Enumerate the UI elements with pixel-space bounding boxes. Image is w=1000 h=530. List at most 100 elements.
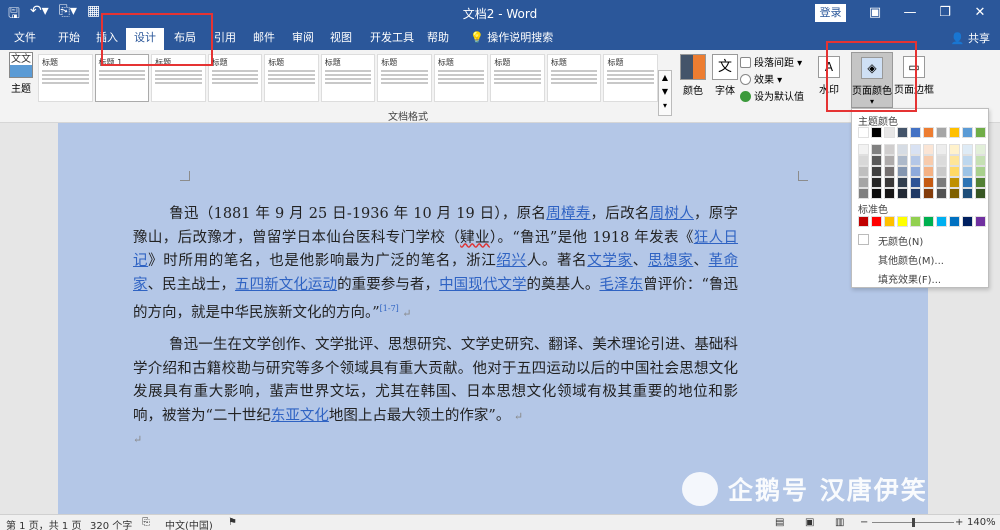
theme-color-shade-swatch[interactable] [871,177,882,188]
theme-color-shade-swatch[interactable] [858,177,869,188]
tab-view[interactable]: 视图 [328,30,354,48]
chevron-up-icon[interactable]: ▲ [659,71,671,85]
share-button[interactable]: 👤 共享 [951,30,990,46]
paragraph-spacing-button[interactable]: 段落间距 ▾ [740,54,802,69]
theme-color-shade-swatch[interactable] [949,177,960,188]
theme-color-shade-swatch[interactable] [858,144,869,155]
tab-file[interactable]: 文件 [12,30,38,48]
theme-color-shade-swatch[interactable] [936,188,947,199]
tell-me-search[interactable]: 💡 操作说明搜索 [468,30,555,48]
login-button[interactable]: 登录 [815,4,846,22]
theme-color-shade-swatch[interactable] [871,144,882,155]
hyperlink[interactable]: 绍兴 [496,253,526,269]
theme-color-swatch[interactable] [936,127,947,138]
theme-color-shade-swatch[interactable] [923,188,934,199]
theme-color-shade-swatch[interactable] [962,166,973,177]
theme-color-shade-swatch[interactable] [910,166,921,177]
more-icon[interactable]: ▾ [659,99,671,113]
fonts-button[interactable]: 文 字体 [710,54,740,97]
zoom-level[interactable]: 140% [967,517,996,528]
standard-color-swatch[interactable] [897,216,908,227]
theme-color-shade-swatch[interactable] [962,188,973,199]
themes-button[interactable]: 文文 主题 [6,52,36,95]
zoom-in-icon[interactable]: + [955,517,963,528]
theme-color-swatch[interactable] [897,127,908,138]
style-set-thumb[interactable]: 标题 [320,54,376,102]
hyperlink[interactable]: 周樟寿 [546,206,590,222]
theme-color-swatch[interactable] [884,127,895,138]
theme-color-swatch[interactable] [858,127,869,138]
theme-color-shade-swatch[interactable] [871,166,882,177]
word-count[interactable]: 320 个字 [90,517,132,530]
theme-color-shade-swatch[interactable] [884,166,895,177]
theme-color-shade-swatch[interactable] [897,188,908,199]
standard-color-swatch[interactable] [858,216,869,227]
theme-color-shade-swatch[interactable] [949,166,960,177]
gallery-scroll[interactable]: ▲ ▼ ▾ [658,70,672,116]
theme-color-shade-swatch[interactable] [884,144,895,155]
theme-color-shade-swatch[interactable] [910,144,921,155]
standard-color-swatch[interactable] [884,216,895,227]
theme-color-shade-swatch[interactable] [975,144,986,155]
set-default-button[interactable]: 设为默认值 [740,88,804,103]
theme-color-shade-swatch[interactable] [897,177,908,188]
theme-color-swatch[interactable] [923,127,934,138]
theme-color-shade-swatch[interactable] [858,188,869,199]
minimize-icon[interactable]: — [895,3,925,23]
theme-color-swatch[interactable] [975,127,986,138]
hyperlink[interactable]: 五四新文化运动 [235,277,337,293]
style-set-thumb[interactable]: 标题 [433,54,489,102]
standard-color-swatch[interactable] [975,216,986,227]
close-icon[interactable]: ✕ [965,3,995,23]
theme-color-shade-swatch[interactable] [884,177,895,188]
reference-superscript[interactable]: [1-7] [380,304,399,313]
theme-color-shade-swatch[interactable] [923,144,934,155]
standard-color-swatch[interactable] [949,216,960,227]
theme-color-shade-swatch[interactable] [923,166,934,177]
theme-color-swatch[interactable] [962,127,973,138]
theme-color-swatch[interactable] [871,127,882,138]
theme-color-swatch[interactable] [910,127,921,138]
theme-color-shade-swatch[interactable] [884,188,895,199]
theme-color-shade-swatch[interactable] [923,155,934,166]
zoom-slider-thumb[interactable] [912,518,915,527]
tab-review[interactable]: 审阅 [290,30,316,48]
standard-color-swatch[interactable] [923,216,934,227]
no-color-option[interactable]: 无颜色(N) [878,233,923,248]
theme-color-shade-swatch[interactable] [884,155,895,166]
theme-color-shade-swatch[interactable] [949,188,960,199]
theme-color-shade-swatch[interactable] [897,155,908,166]
theme-color-shade-swatch[interactable] [975,155,986,166]
accessibility-icon[interactable]: ⚑ [228,517,237,528]
theme-color-shade-swatch[interactable] [975,177,986,188]
tab-references[interactable]: 引用 [212,30,238,48]
theme-color-shade-swatch[interactable] [962,177,973,188]
style-set-thumb[interactable]: 标题 [377,54,432,102]
hyperlink[interactable]: 毛泽东 [599,277,643,293]
hyperlink[interactable]: 中国现代文学 [439,277,526,293]
theme-color-shade-swatch[interactable] [936,144,947,155]
hyperlink[interactable]: 周树人 [650,206,694,222]
hyperlink[interactable]: 思想家 [648,253,693,269]
theme-color-shade-swatch[interactable] [910,177,921,188]
theme-color-shade-swatch[interactable] [910,155,921,166]
standard-color-swatch[interactable] [936,216,947,227]
theme-color-shade-swatch[interactable] [858,166,869,177]
style-set-thumb[interactable]: 标题 [264,54,319,102]
page-count[interactable]: 第 1 页，共 1 页 [6,517,81,530]
hyperlink[interactable]: 文学家 [587,253,632,269]
style-set-thumb[interactable]: 标题 [603,54,659,102]
hyperlink[interactable]: 东亚文化 [271,408,329,424]
theme-color-shade-swatch[interactable] [871,188,882,199]
theme-color-shade-swatch[interactable] [858,155,869,166]
theme-color-shade-swatch[interactable] [871,155,882,166]
zoom-out-icon[interactable]: − [860,517,868,528]
no-color-swatch[interactable] [858,234,869,245]
effects-button[interactable]: 效果 ▾ [740,71,782,86]
theme-color-shade-swatch[interactable] [949,144,960,155]
theme-color-shade-swatch[interactable] [897,166,908,177]
colors-button[interactable]: 颜色 [678,54,708,97]
body-paragraph-2[interactable]: 鲁迅一生在文学创作、文学批评、思想研究、文学史研究、翻译、美术理论引进、基础科学… [133,334,738,452]
theme-color-shade-swatch[interactable] [936,155,947,166]
tab-home[interactable]: 开始 [56,30,82,48]
